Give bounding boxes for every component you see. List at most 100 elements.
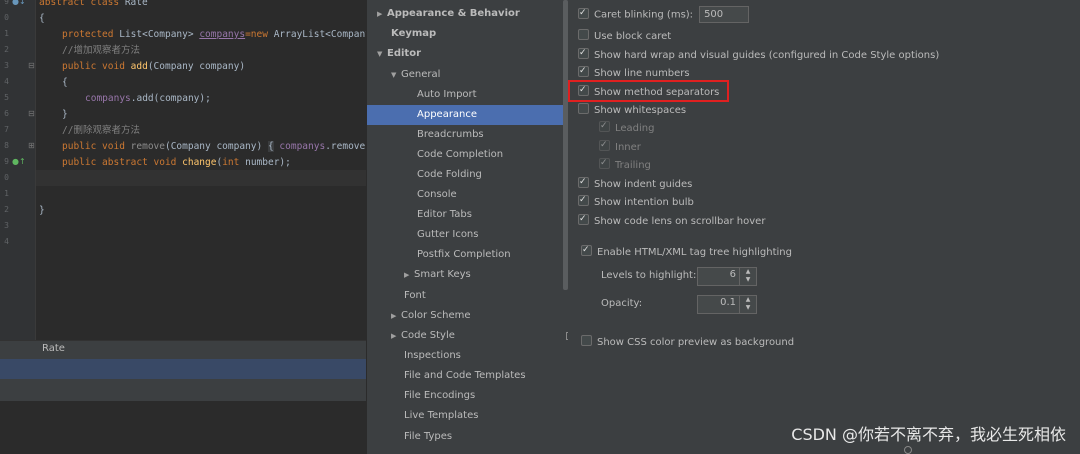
tree-item-code-style[interactable]: ▶ Code Style [367, 326, 569, 346]
inner-checkbox[interactable] [599, 137, 610, 153]
show-code-lens-option[interactable]: Show code lens on scrollbar hover [578, 211, 766, 230]
tree-item-keymap[interactable]: Keymap [367, 24, 569, 44]
method-name: add [130, 61, 148, 72]
caret-blinking-option[interactable]: Caret blinking (ms): 500 [578, 5, 750, 23]
tree-item-appearance-behavior[interactable]: ▶ Appearance & Behavior [367, 4, 569, 24]
code-line[interactable]: } [39, 203, 45, 219]
trailing-checkbox[interactable] [599, 155, 610, 171]
settings-tree[interactable]: ▶ Appearance & Behavior Keymap ▼ Editor ▼ G… [366, 0, 569, 454]
option-label: Show code lens on scrollbar hover [594, 216, 766, 227]
tree-item-label: Smart Keys [414, 269, 471, 280]
tree-item-code-completion[interactable]: Code Completion [367, 145, 569, 165]
show-indent-guides-checkbox[interactable] [578, 174, 589, 190]
show-css-preview-checkbox[interactable] [581, 335, 592, 346]
tree-item-label: Auto Import [417, 89, 477, 100]
expand-arrow-icon[interactable]: ▶ [404, 265, 414, 285]
code-line[interactable]: companys.add(company); [85, 91, 211, 107]
option-label: Enable HTML/XML tag tree highlighting [597, 247, 792, 258]
show-intention-bulb-checkbox[interactable] [578, 192, 589, 208]
caret-blinking-checkbox[interactable] [578, 5, 589, 21]
show-whitespaces-option[interactable]: Show whitespaces [578, 103, 686, 119]
tree-item-editor[interactable]: ▼ Editor [367, 44, 569, 64]
call: .add(company); [130, 93, 211, 104]
use-block-caret-option[interactable]: Use block caret [578, 29, 671, 45]
expand-arrow-icon[interactable]: ▶ [377, 4, 387, 24]
implemented-marker-icon[interactable]: ●↓ [12, 0, 26, 6]
collapse-arrow-icon[interactable]: ▼ [377, 44, 387, 64]
code-editor[interactable]: 9 0 1 2 3 4 5 6 7 8 9 0 1 2 3 4 ●↓ ⊟ ⊟ ⊞… [0, 0, 366, 454]
show-css-preview-option[interactable]: Show CSS color preview as background [581, 335, 794, 351]
code-line[interactable]: abstract class Rate [39, 0, 148, 11]
spinner-arrows-icon[interactable]: ▲ ▼ [739, 268, 756, 285]
spinner-arrows-icon[interactable]: ▲ ▼ [739, 296, 756, 313]
tree-item-code-folding[interactable]: Code Folding [367, 165, 569, 185]
tree-item-appearance[interactable]: Appearance [367, 105, 569, 125]
file-tab[interactable]: Rate [0, 340, 366, 359]
show-line-numbers-checkbox[interactable] [578, 63, 589, 79]
code-line[interactable]: { [39, 11, 45, 27]
appearance-options-panel: Caret blinking (ms):500 Use block caret … [568, 0, 1080, 454]
tree-item-inspections[interactable]: Inspections [367, 346, 569, 366]
code-line[interactable]: //增加观察者方法 [62, 43, 140, 59]
show-hard-wrap-option[interactable]: Show hard wrap and visual guides (config… [578, 45, 939, 64]
code-line[interactable]: public void remove(Company company) { co… [62, 139, 366, 155]
inner-option[interactable]: Inner [599, 137, 641, 156]
tree-item-postfix-completion[interactable]: Postfix Completion [367, 245, 569, 265]
tree-item-general[interactable]: ▼ General [367, 65, 569, 85]
code-line[interactable]: public abstract void change(int number); [62, 155, 291, 171]
tree-item-font[interactable]: Font [367, 286, 569, 306]
enable-tag-tree-option[interactable]: Enable HTML/XML tag tree highlighting [581, 242, 792, 261]
fold-icon[interactable]: ⊟ [28, 109, 35, 118]
code-line[interactable]: public void add(Company company) [62, 59, 245, 75]
opacity-label: Opacity: [601, 298, 643, 309]
code-line[interactable]: } [62, 107, 68, 123]
line-number: 2 [4, 205, 9, 214]
code-line[interactable]: protected List<Company> companys=new Arr… [62, 27, 366, 43]
tree-item-breadcrumbs[interactable]: Breadcrumbs [367, 125, 569, 145]
levels-spinner[interactable]: 6 ▲ ▼ [697, 267, 757, 286]
show-intention-bulb-option[interactable]: Show intention bulb [578, 192, 694, 211]
option-label: Show indent guides [594, 179, 693, 190]
tree-item-live-templates[interactable]: Live Templates [367, 406, 569, 426]
collapse-arrow-icon[interactable]: ▼ [391, 65, 401, 85]
tree-item-gutter-icons[interactable]: Gutter Icons [367, 225, 569, 245]
editor-gutter: 9 0 1 2 3 4 5 6 7 8 9 0 1 2 3 4 ●↓ ⊟ ⊟ ⊞… [0, 0, 36, 340]
expand-arrow-icon[interactable]: ▶ [391, 326, 401, 346]
opacity-spinner[interactable]: 0.1 ▲ ▼ [697, 295, 757, 314]
line-number: 1 [4, 29, 9, 38]
tree-item-console[interactable]: Console [367, 185, 569, 205]
brace: } [39, 205, 45, 216]
leading-checkbox[interactable] [599, 118, 610, 134]
folded-region[interactable]: { [267, 141, 274, 152]
enable-tag-tree-checkbox[interactable] [581, 242, 592, 258]
tree-item-label: Inspections [404, 350, 461, 361]
line-number: 3 [4, 61, 9, 70]
line-number: 3 [4, 221, 9, 230]
show-hard-wrap-checkbox[interactable] [578, 45, 589, 61]
watermark-dot [904, 446, 912, 454]
caret-blinking-input[interactable]: 500 [699, 6, 750, 23]
expand-arrow-icon[interactable]: ▶ [391, 306, 401, 326]
tree-item-label: File Types [404, 431, 453, 442]
tree-item-editor-tabs[interactable]: Editor Tabs [367, 205, 569, 225]
tree-item-label: Postfix Completion [417, 249, 511, 260]
tree-item-file-code-templates[interactable]: File and Code Templates [367, 366, 569, 386]
tree-item-file-encodings[interactable]: File Encodings [367, 386, 569, 406]
leading-option[interactable]: Leading [599, 118, 655, 137]
show-whitespaces-checkbox[interactable] [578, 103, 589, 114]
use-block-caret-checkbox[interactable] [578, 29, 589, 40]
fold-icon[interactable]: ⊞ [28, 141, 35, 150]
fold-icon[interactable]: ⊟ [28, 61, 35, 70]
override-marker-icon[interactable]: ●↑ [12, 157, 26, 166]
show-code-lens-checkbox[interactable] [578, 211, 589, 227]
trailing-option[interactable]: Trailing [599, 155, 651, 174]
tree-item-label: Appearance [417, 109, 478, 120]
tree-item-file-types[interactable]: File Types [367, 427, 569, 447]
code-line[interactable]: //删除观察者方法 [62, 123, 140, 139]
tree-item-smart-keys[interactable]: ▶ Smart Keys [367, 265, 569, 285]
tree-item-color-scheme[interactable]: ▶ Color Scheme [367, 306, 569, 326]
option-label: Show CSS color preview as background [597, 337, 795, 348]
show-indent-guides-option[interactable]: Show indent guides [578, 174, 693, 193]
code-line[interactable]: { [62, 75, 68, 91]
tree-item-auto-import[interactable]: Auto Import [367, 85, 569, 105]
